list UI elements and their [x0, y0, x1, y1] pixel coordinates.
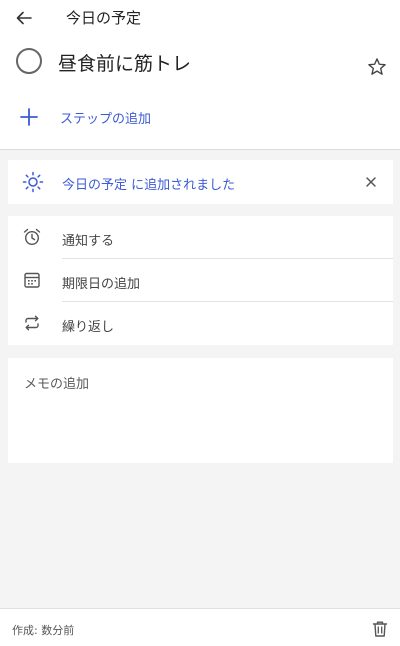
- back-button[interactable]: [12, 6, 36, 30]
- remind-me-label: 通知する: [62, 234, 115, 249]
- remove-from-my-day-button[interactable]: [362, 173, 380, 191]
- repeat-icon: [25, 315, 39, 331]
- my-day-status: 今日の予定 に追加されました: [62, 178, 236, 193]
- add-step-label: ステップの追加: [60, 112, 152, 127]
- options-card: 通知する 期限日の追加 繰り返し: [8, 216, 393, 345]
- trash-icon: [372, 621, 388, 637]
- task-title[interactable]: 昼食前に筋トレ: [58, 49, 191, 76]
- task-detail-top: 今日の予定 昼食前に筋トレ ステップの追加: [0, 0, 400, 150]
- footer: 作成: 数分前: [0, 608, 400, 646]
- add-due-date-label: 期限日の追加: [62, 277, 141, 292]
- calendar-icon: [24, 272, 40, 288]
- arrow-left-icon: [16, 11, 32, 25]
- note-card: [8, 358, 393, 463]
- add-step-button[interactable]: ステップの追加: [0, 100, 400, 134]
- delete-task-button[interactable]: [370, 619, 390, 639]
- alarm-clock-icon: [23, 228, 41, 246]
- star-icon: [368, 58, 386, 75]
- my-day-card[interactable]: 今日の予定 に追加されました: [8, 160, 393, 204]
- task-row: 昼食前に筋トレ: [0, 44, 400, 84]
- add-due-date-button[interactable]: 期限日の追加: [8, 259, 393, 302]
- note-input[interactable]: [8, 358, 393, 463]
- remind-me-button[interactable]: 通知する: [8, 216, 393, 259]
- repeat-label: 繰り返し: [62, 320, 115, 335]
- complete-task-checkbox[interactable]: [16, 48, 42, 74]
- sun-icon: [22, 171, 44, 193]
- header: 今日の予定: [0, 0, 400, 36]
- close-icon: [366, 177, 376, 187]
- importance-star-button[interactable]: [366, 56, 390, 80]
- plus-icon: [20, 108, 38, 126]
- repeat-button[interactable]: 繰り返し: [8, 302, 393, 345]
- created-timestamp: 作成: 数分前: [12, 624, 75, 637]
- list-title: 今日の予定: [66, 9, 142, 27]
